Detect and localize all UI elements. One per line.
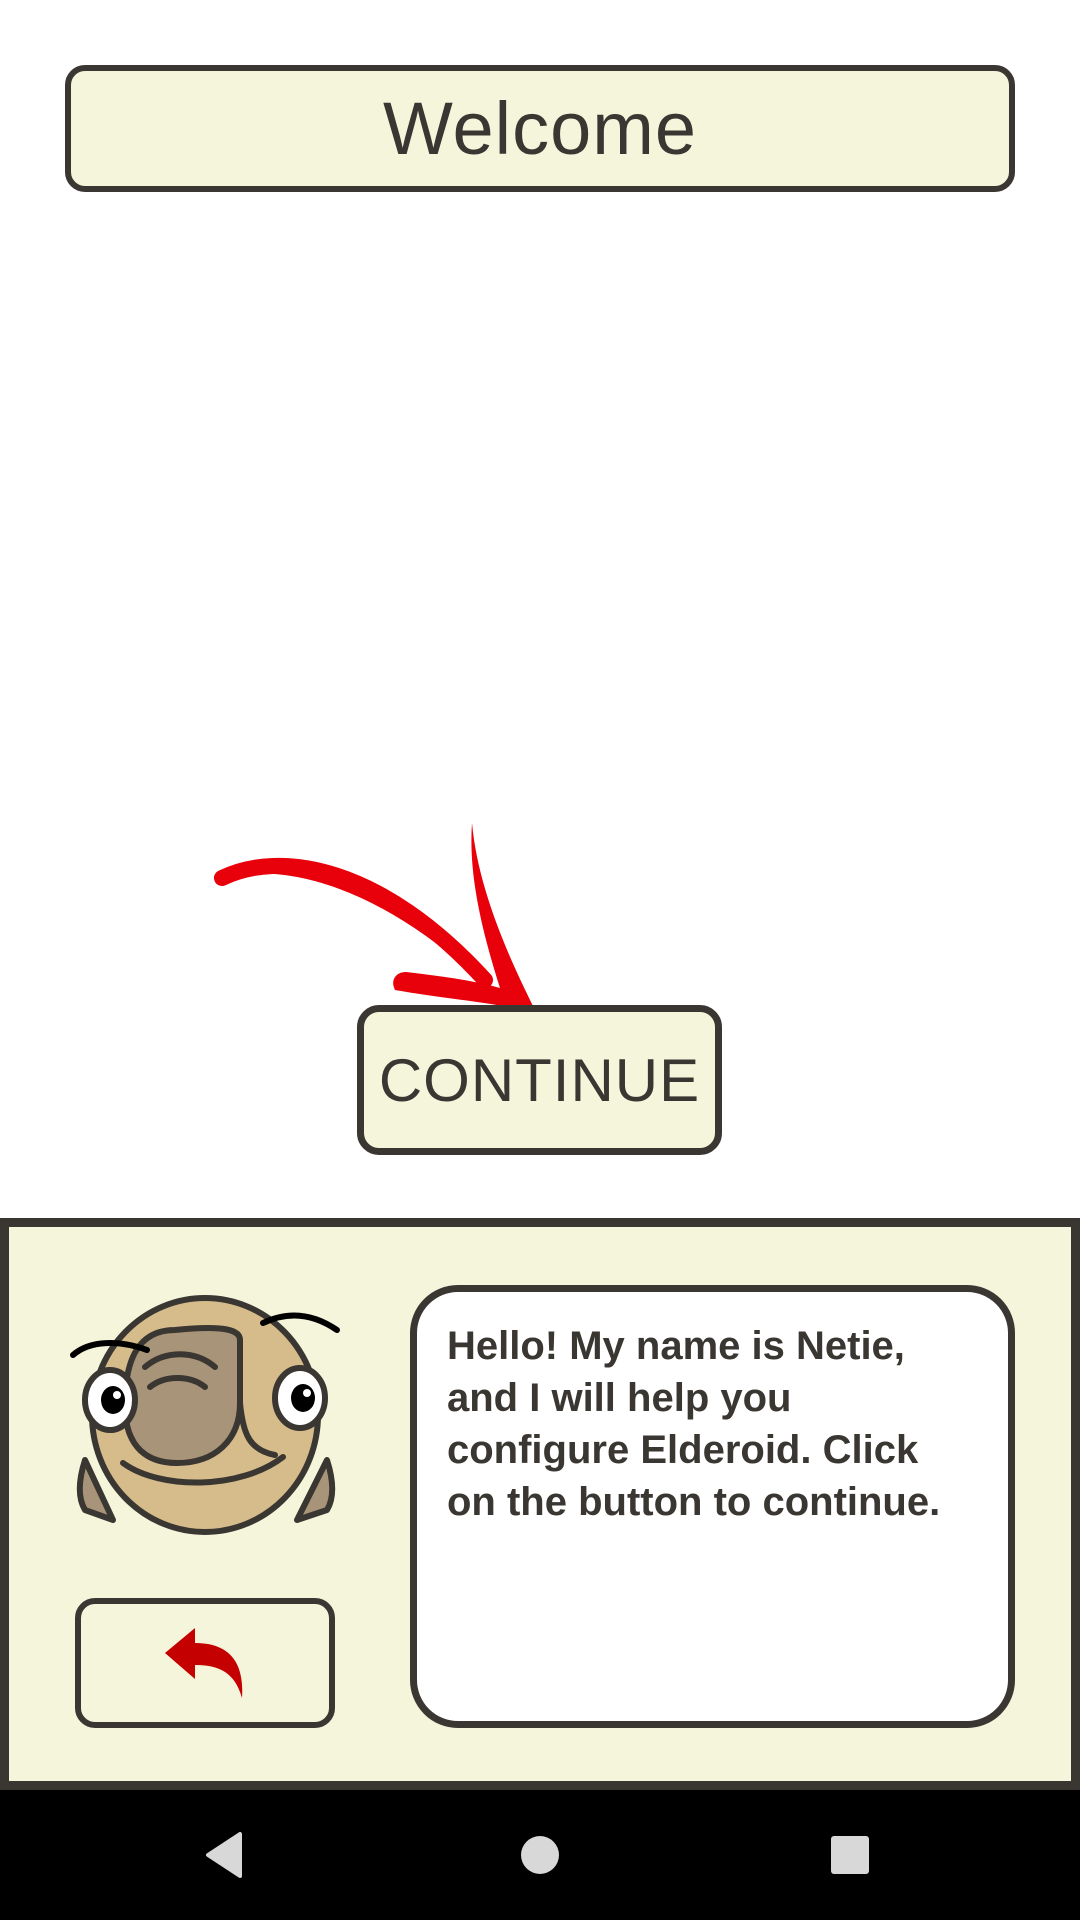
- owl-avatar-icon: [70, 1295, 340, 1535]
- title-box: Welcome: [65, 65, 1015, 192]
- speech-bubble: Hello! My name is Netie, and I will help…: [410, 1285, 1015, 1728]
- undo-arrow-icon: [165, 1628, 243, 1698]
- continue-button[interactable]: CONTINUE: [357, 1005, 722, 1155]
- continue-button-label: CONTINUE: [378, 1046, 701, 1114]
- nav-back-icon: [206, 1832, 242, 1878]
- helper-message: Hello! My name is Netie, and I will help…: [447, 1324, 941, 1524]
- page-title: Welcome: [382, 87, 698, 170]
- nav-recents-button[interactable]: [790, 1790, 910, 1920]
- nav-recents-icon: [831, 1836, 869, 1874]
- nav-home-button[interactable]: [480, 1790, 600, 1920]
- system-navigation-bar: [0, 1790, 1080, 1920]
- back-button[interactable]: [75, 1598, 335, 1728]
- welcome-screen: Welcome CONTINUE Hello! My name is Netie…: [0, 0, 1080, 1920]
- nav-home-icon: [521, 1836, 559, 1874]
- nav-back-button[interactable]: [165, 1790, 285, 1920]
